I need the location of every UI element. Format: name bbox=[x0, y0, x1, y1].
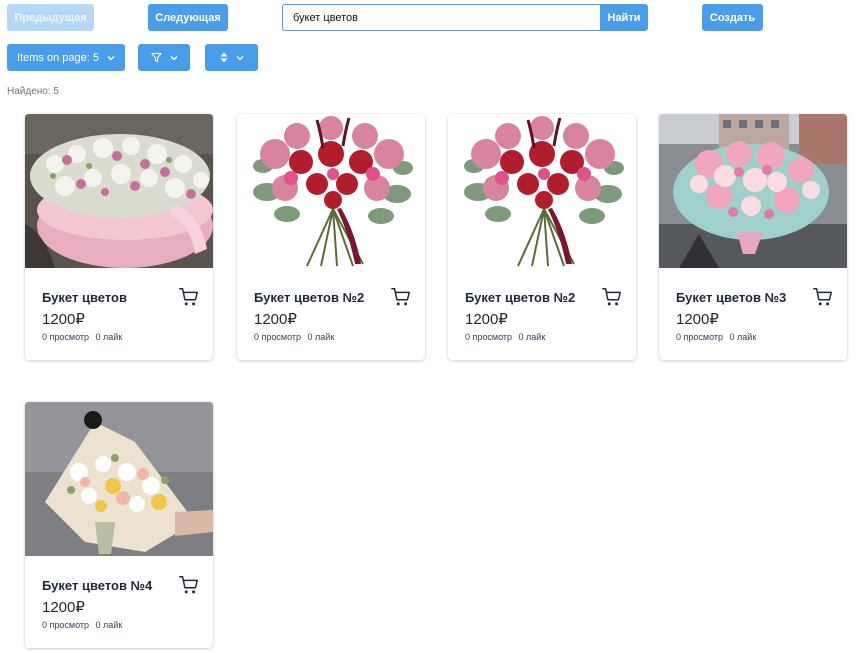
product-image bbox=[448, 114, 636, 268]
product-stats: 0 просмотр 0 лайк bbox=[42, 620, 122, 630]
product-card[interactable]: Букет цветов №2 1200₽ 0 просмотр 0 лайк bbox=[237, 114, 425, 360]
product-image bbox=[25, 114, 213, 268]
product-stats: 0 просмотр 0 лайк bbox=[465, 332, 545, 342]
product-title[interactable]: Букет цветов bbox=[42, 290, 127, 305]
cart-icon[interactable] bbox=[601, 286, 623, 308]
product-price: 1200₽ bbox=[42, 599, 85, 616]
product-image bbox=[237, 114, 425, 268]
search-input[interactable] bbox=[282, 4, 600, 31]
cart-icon[interactable] bbox=[178, 286, 200, 308]
product-price: 1200₽ bbox=[42, 311, 85, 328]
product-stats: 0 просмотр 0 лайк bbox=[42, 332, 122, 342]
cart-icon[interactable] bbox=[390, 286, 412, 308]
product-title[interactable]: Букет цветов №3 bbox=[676, 290, 786, 305]
product-title[interactable]: Букет цветов №2 bbox=[465, 290, 575, 305]
product-price: 1200₽ bbox=[465, 311, 508, 328]
filter-dropdown[interactable] bbox=[138, 44, 190, 71]
chevron-down-icon bbox=[170, 55, 177, 60]
product-card[interactable]: Букет цветов №3 1200₽ 0 просмотр 0 лайк bbox=[659, 114, 847, 360]
product-price: 1200₽ bbox=[676, 311, 719, 328]
product-image bbox=[25, 402, 213, 556]
sort-icon bbox=[220, 52, 227, 63]
product-stats: 0 просмотр 0 лайк bbox=[254, 332, 334, 342]
product-card[interactable]: Букет цветов №2 1200₽ 0 просмотр 0 лайк bbox=[448, 114, 636, 360]
results-count: Найдено: 5 bbox=[7, 86, 59, 97]
product-card[interactable]: Букет цветов 1200₽ 0 просмотр 0 лайк bbox=[25, 114, 213, 360]
product-card[interactable]: Букет цветов №4 1200₽ 0 просмотр 0 лайк bbox=[25, 402, 213, 648]
product-stats: 0 просмотр 0 лайк bbox=[676, 332, 756, 342]
product-title[interactable]: Букет цветов №4 bbox=[42, 578, 152, 593]
sort-dropdown[interactable] bbox=[205, 44, 258, 71]
views-count: 0 просмотр bbox=[42, 620, 90, 630]
product-title[interactable]: Букет цветов №2 bbox=[254, 290, 364, 305]
likes-count: 0 лайк bbox=[518, 332, 546, 342]
create-button[interactable]: Создать bbox=[702, 4, 763, 31]
views-count: 0 просмотр bbox=[676, 332, 724, 342]
next-page-button[interactable]: Следующая bbox=[148, 4, 228, 31]
search-bar: Найти bbox=[282, 4, 648, 31]
items-per-page-dropdown[interactable]: Items on page: 5 bbox=[7, 44, 125, 71]
cart-icon[interactable] bbox=[178, 574, 200, 596]
search-button[interactable]: Найти bbox=[600, 4, 648, 31]
views-count: 0 просмотр bbox=[42, 332, 90, 342]
cart-icon[interactable] bbox=[812, 286, 834, 308]
views-count: 0 просмотр bbox=[465, 332, 513, 342]
likes-count: 0 лайк bbox=[307, 332, 335, 342]
items-per-page-label: Items on page: 5 bbox=[17, 51, 99, 64]
likes-count: 0 лайк bbox=[729, 332, 757, 342]
likes-count: 0 лайк bbox=[95, 332, 123, 342]
chevron-down-icon bbox=[236, 55, 243, 60]
funnel-icon bbox=[150, 52, 162, 63]
likes-count: 0 лайк bbox=[95, 620, 123, 630]
previous-page-button[interactable]: Предыдущая bbox=[7, 4, 94, 31]
views-count: 0 просмотр bbox=[254, 332, 302, 342]
chevron-down-icon bbox=[107, 55, 115, 60]
product-price: 1200₽ bbox=[254, 311, 297, 328]
product-image bbox=[659, 114, 847, 268]
